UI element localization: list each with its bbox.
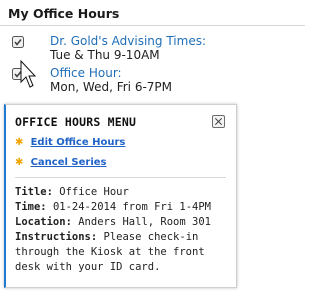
detail-instructions: Instructions: Please check-in through th…	[15, 230, 227, 275]
popup-divider	[15, 177, 226, 178]
detail-label: Instructions:	[15, 231, 98, 243]
calendar-check-icon	[12, 36, 24, 48]
edit-office-hours-label[interactable]: Edit Office Hours	[31, 137, 126, 148]
star-icon: ✱	[15, 137, 24, 148]
detail-label: Time:	[15, 201, 47, 213]
cancel-series-label[interactable]: Cancel Series	[31, 157, 107, 168]
detail-label: Title:	[15, 186, 53, 198]
popup-title: OFFICE HOURS MENU	[15, 115, 137, 129]
office-hours-item-text: Office Hour: Mon, Wed, Fri 6-7PM	[50, 66, 172, 94]
office-hours-item-title[interactable]: Office Hour:	[50, 66, 172, 80]
office-hours-item[interactable]: Office Hour: Mon, Wed, Fri 6-7PM	[8, 66, 304, 96]
office-hours-item[interactable]: Dr. Gold's Advising Times: Tue & Thu 9-1…	[8, 34, 304, 64]
close-icon[interactable]	[212, 115, 225, 128]
detail-location: Location: Anders Hall, Room 301	[15, 215, 227, 230]
office-hours-item-title[interactable]: Dr. Gold's Advising Times:	[50, 34, 206, 48]
section-title: My Office Hours	[8, 6, 120, 21]
detail-value: Anders Hall, Room 301	[78, 216, 211, 228]
detail-title: Title: Office Hour	[15, 185, 227, 200]
detail-time: Time: 01-24-2014 from Fri 1-4PM	[15, 200, 227, 215]
mouse-pointer-icon	[20, 60, 37, 88]
detail-value: Office Hour	[59, 186, 129, 198]
office-hours-item-text: Dr. Gold's Advising Times: Tue & Thu 9-1…	[50, 34, 206, 62]
star-icon: ✱	[15, 157, 24, 168]
office-hours-menu-popup: OFFICE HOURS MENU ✱ Edit Office Hours ✱ …	[4, 104, 237, 288]
detail-label: Location:	[15, 216, 72, 228]
office-hour-details: Title: Office Hour Time: 01-24-2014 from…	[15, 185, 227, 275]
office-hours-item-schedule: Tue & Thu 9-10AM	[50, 48, 160, 62]
detail-value: 01-24-2014 from Fri 1-4PM	[52, 201, 211, 213]
cancel-series-link[interactable]: ✱ Cancel Series	[15, 157, 106, 168]
edit-office-hours-link[interactable]: ✱ Edit Office Hours	[15, 137, 125, 148]
section-divider	[0, 25, 305, 26]
office-hours-item-schedule: Mon, Wed, Fri 6-7PM	[50, 80, 173, 94]
